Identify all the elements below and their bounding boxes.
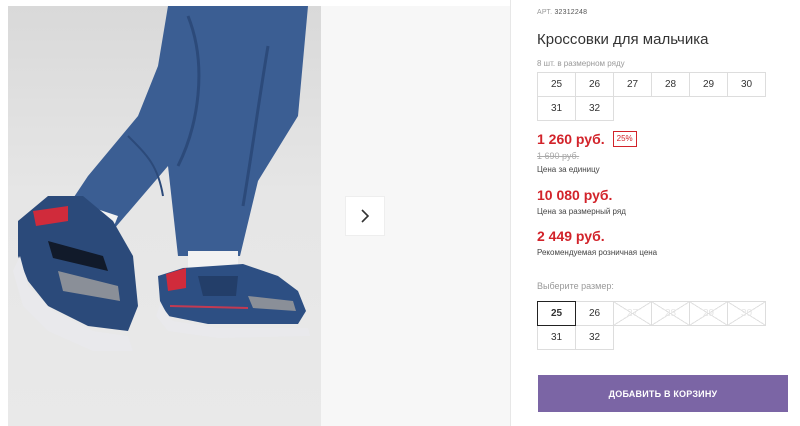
product-sku: АРТ. 32312248 — [537, 9, 587, 16]
pack-size-cell: 31 — [537, 96, 576, 121]
add-to-cart-button[interactable]: ДОБАВИТЬ В КОРЗИНУ — [538, 375, 788, 412]
product-photo[interactable] — [8, 6, 321, 426]
pack-price-caption: Цена за размерный ряд — [537, 207, 626, 216]
size-option-unavailable: 28 — [651, 301, 690, 326]
pack-sizes-grid: 25 26 27 28 29 30 31 32 — [537, 72, 766, 121]
product-gallery — [0, 0, 510, 426]
pack-size-cell: 29 — [689, 72, 728, 97]
unit-price: 1 260 руб. — [537, 131, 605, 147]
pack-size-cell: 30 — [727, 72, 766, 97]
pack-size-cell: 27 — [613, 72, 652, 97]
pack-size-cell: 28 — [651, 72, 690, 97]
gallery-next-button[interactable] — [346, 197, 384, 235]
pack-size-cell: 32 — [575, 96, 614, 121]
size-option[interactable]: 32 — [575, 325, 614, 350]
pack-size-text: 8 шт. в размерном ряду — [537, 59, 625, 68]
discount-badge: 25% — [612, 131, 637, 147]
size-option-unavailable: 30 — [727, 301, 766, 326]
retail-price: 2 449 руб. — [537, 228, 605, 244]
product-photo-illustration — [13, 6, 310, 351]
size-picker: 25 26 27 28 29 30 31 32 — [537, 301, 766, 350]
unit-price-caption: Цена за единицу — [537, 165, 600, 174]
size-picker-label: Выберите размер: — [537, 281, 614, 291]
size-option-unavailable: 27 — [613, 301, 652, 326]
pack-price: 10 080 руб. — [537, 187, 613, 203]
panel-divider — [510, 0, 511, 426]
chevron-right-icon — [361, 209, 370, 223]
retail-price-caption: Рекомендуемая розничная цена — [537, 248, 658, 257]
pack-size-cell: 26 — [575, 72, 614, 97]
product-title: Кроссовки для мальчика — [537, 31, 709, 48]
size-option-selected[interactable]: 25 — [537, 301, 576, 326]
sku-value: 32312248 — [554, 9, 588, 16]
size-option[interactable]: 31 — [537, 325, 576, 350]
unit-price-row: 1 260 руб. 25% — [537, 131, 637, 147]
old-price: 1 690 руб. — [537, 151, 580, 161]
pack-size-cell: 25 — [537, 72, 576, 97]
sku-label: АРТ. — [537, 9, 553, 16]
size-option-unavailable: 29 — [689, 301, 728, 326]
size-option[interactable]: 26 — [575, 301, 614, 326]
